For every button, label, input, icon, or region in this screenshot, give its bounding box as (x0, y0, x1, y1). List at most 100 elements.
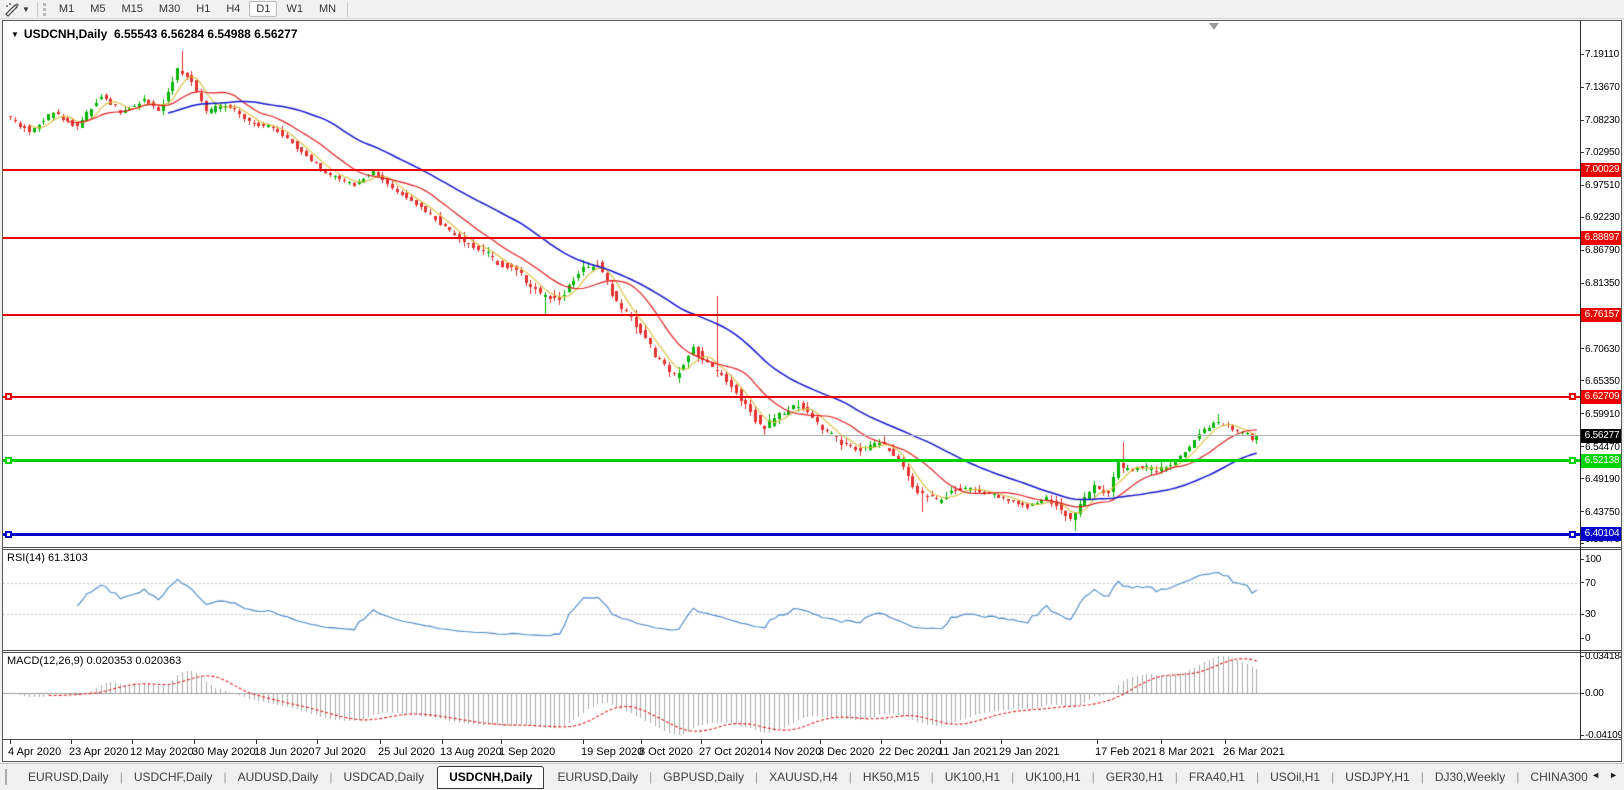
symbol-tabbar: EURUSD,Daily | USDCHF,Daily | AUDUSD,Daily | U… (0, 763, 1624, 790)
bid-price-chip: 6.56277 (1581, 428, 1621, 443)
price-axis-tick-label: 7.19110 (1585, 49, 1620, 60)
date-axis-label: 29 Jan 2021 (999, 746, 1060, 758)
date-axis-tick (10, 740, 11, 744)
timeframe-button-h4[interactable]: H4 (219, 1, 247, 17)
price-chart-canvas[interactable] (3, 21, 1580, 547)
date-axis-label: 4 Apr 2020 (8, 746, 62, 758)
timeframe-button-m1[interactable]: M1 (52, 1, 81, 17)
date-axis-tick (1161, 740, 1162, 744)
macd-axis-tick-label: 0.034184 (1585, 653, 1621, 662)
date-axis-label: 14 Nov 2020 (759, 746, 822, 758)
tab-usoil-h1[interactable]: USOil,H1 (1259, 770, 1331, 784)
line-handle[interactable] (1569, 393, 1576, 401)
date-axis-label: 8 Mar 2021 (1159, 746, 1215, 758)
tab-dj30-weekly[interactable]: DJ30,Weekly (1424, 770, 1516, 784)
tab-fra40-h1[interactable]: FRA40,H1 (1178, 770, 1256, 784)
chart-dropdown-icon[interactable]: ▼ (11, 30, 19, 39)
tab-scroll-left-icon[interactable]: ◄ (1591, 770, 1600, 780)
timeframe-button-d1[interactable]: D1 (249, 1, 278, 17)
chart-title: ▼ USDCNH,Daily 6.55543 6.56284 6.54988 6.… (11, 27, 298, 41)
date-axis-tick (583, 740, 584, 744)
date-axis-tick (820, 740, 821, 744)
date-axis-tick (1001, 740, 1002, 744)
date-axis-tick (71, 740, 72, 744)
line-handle[interactable] (5, 457, 12, 465)
date-axis-tick (761, 740, 762, 744)
price-axis-tick-label: 7.13670 (1585, 82, 1620, 94)
price-axis-tick-label: 7.02950 (1585, 147, 1620, 159)
tab-gbpusd-daily[interactable]: GBPUSD,Daily (652, 770, 755, 784)
tab-u[interactable]: U (1621, 770, 1624, 784)
tab-scroll-right-icon[interactable]: ► (1609, 770, 1618, 780)
tab-scroll-controls: ◄ ► (1588, 766, 1621, 784)
price-axis-tick-label: 7.08230 (1585, 115, 1620, 127)
price-axis-tick-label: 6.49190 (1585, 473, 1620, 485)
date-axis-label: 13 Aug 2020 (440, 746, 502, 758)
ohlc-high: 6.56284 (160, 27, 205, 41)
date-axis-label: 1 Sep 2020 (499, 746, 556, 758)
timeframe-button-m5[interactable]: M5 (83, 1, 112, 17)
rsi-canvas[interactable] (3, 550, 1580, 650)
date-axis-tick (940, 740, 941, 744)
hline-6.88897[interactable] (3, 236, 1580, 239)
date-axis-label: 23 Apr 2020 (69, 746, 129, 758)
tab-usdcnh-daily[interactable]: USDCNH,Daily (437, 765, 545, 789)
tab-audusd-daily[interactable]: AUDUSD,Daily (227, 770, 330, 784)
tab-usdcad-daily[interactable]: USDCAD,Daily (332, 770, 435, 784)
line-handle[interactable] (5, 530, 12, 538)
price-chip-6.52138: 6.52138 (1581, 453, 1621, 468)
tab-eurusd-daily[interactable]: EURUSD,Daily (17, 770, 120, 784)
hline-6.62709[interactable] (3, 395, 1580, 398)
tab-usdjpy-h1[interactable]: USDJPY,H1 (1334, 770, 1420, 784)
date-axis-label: 30 May 2020 (192, 746, 256, 758)
tab-ger30-h1[interactable]: GER30,H1 (1095, 770, 1175, 784)
chart-shift-marker-icon[interactable] (1209, 23, 1219, 30)
timeframe-button-m15[interactable]: M15 (114, 1, 149, 17)
tab-usdchf-daily[interactable]: USDCHF,Daily (123, 770, 224, 784)
price-chip-6.62709: 6.62709 (1581, 389, 1621, 404)
date-axis-label: 17 Feb 2021 (1095, 746, 1157, 758)
price-chart-panel: ▼ USDCNH,Daily 6.55543 6.56284 6.54988 6.… (3, 21, 1621, 547)
toolbar-grip[interactable] (42, 2, 46, 16)
rsi-axis-tick-label: 70 (1585, 577, 1596, 589)
date-axis-label: 26 Mar 2021 (1223, 746, 1285, 758)
timeframe-button-mn[interactable]: MN (312, 1, 343, 17)
drawing-tool-icon[interactable] (4, 2, 20, 17)
hline-6.40104[interactable] (3, 532, 1580, 536)
price-chip-7.00029: 7.00029 (1581, 162, 1621, 177)
date-axis[interactable]: 4 Apr 2020 23 Apr 2020 12 May 2020 30 May 2… (3, 739, 1621, 761)
hline-6.76157[interactable] (3, 313, 1580, 316)
tab-uk100-h1[interactable]: UK100,H1 (1014, 770, 1091, 784)
tool-dropdown-caret-icon[interactable]: ▼ (22, 5, 30, 14)
date-axis-tick (1097, 740, 1098, 744)
date-axis-tick (132, 740, 133, 744)
date-axis-tick (442, 740, 443, 744)
date-axis-label: 18 Jun 2020 (254, 746, 315, 758)
tab-hk50-m15[interactable]: HK50,M15 (852, 770, 931, 784)
timeframe-button-m30[interactable]: M30 (152, 1, 187, 17)
tab-eurusd-daily[interactable]: EURUSD,Daily (546, 770, 649, 784)
date-axis-label: 11 Jan 2021 (938, 746, 998, 758)
date-axis-label: 22 Dec 2020 (879, 746, 942, 758)
rsi-axis-tick-label: 0 (1585, 633, 1591, 644)
tab-uk100-h1[interactable]: UK100,H1 (934, 770, 1011, 784)
macd-label: MACD(12,26,9) 0.020353 0.020363 (7, 655, 182, 667)
hline-6.52138[interactable] (3, 459, 1580, 463)
hline-7.00029[interactable] (3, 168, 1580, 171)
macd-canvas[interactable] (3, 653, 1580, 739)
line-handle[interactable] (1569, 530, 1576, 538)
tab-xauusd-h4[interactable]: XAUUSD,H4 (758, 770, 849, 784)
date-axis-tick (1225, 740, 1226, 744)
timeframe-button-h1[interactable]: H1 (189, 1, 217, 17)
price-axis-tick-label: 6.97510 (1585, 180, 1620, 192)
ohlc-open: 6.55543 (113, 27, 158, 41)
timeframe-button-w1[interactable]: W1 (279, 1, 310, 17)
price-chip-6.40104: 6.40104 (1581, 527, 1621, 542)
line-handle[interactable] (5, 393, 12, 401)
price-axis-tick-label: 6.86790 (1585, 245, 1620, 257)
price-axis-tick-label: 6.92230 (1585, 212, 1620, 224)
tabbar-grip[interactable] (5, 769, 7, 785)
ohlc-low: 6.54988 (207, 27, 251, 41)
line-handle[interactable] (1569, 457, 1576, 465)
price-axis-tick-label: 6.70630 (1585, 343, 1620, 355)
